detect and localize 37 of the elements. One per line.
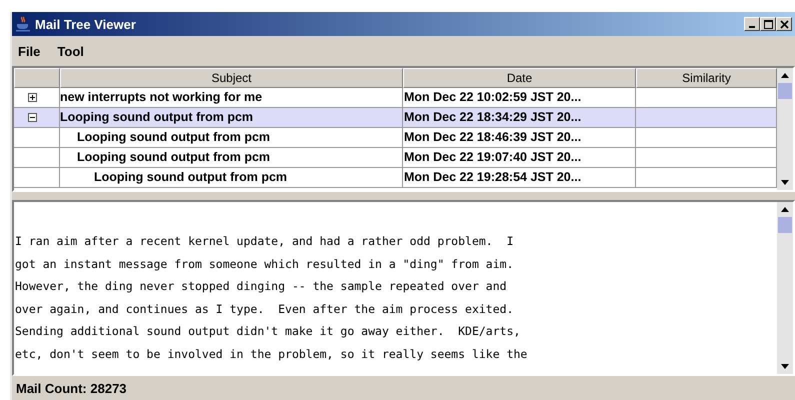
tree-cell (14, 168, 60, 188)
mail-count-text: Mail Count: 28273 (16, 380, 127, 396)
column-header[interactable]: Similarity (636, 68, 777, 88)
message-line: I ran aim after a recent kernel update, and had a rather odd problem. I (15, 233, 514, 250)
scroll-up-icon[interactable] (781, 207, 789, 212)
table-row[interactable]: Looping sound output from pcm Mon Dec 22 19:28:54 JST 20... (14, 168, 777, 188)
column-header[interactable]: Date (403, 68, 636, 88)
expand-icon[interactable] (28, 93, 37, 102)
message-line: got an instant message from someone which resulted in a "ding" from aim. (15, 256, 514, 272)
coffee-cup-icon (15, 16, 31, 32)
table-row[interactable]: Looping sound output from pcm Mon Dec 22 19:07:40 JST 20... (14, 148, 777, 168)
scrollbar[interactable] (777, 68, 793, 190)
minimize-button[interactable] (744, 17, 760, 31)
scroll-thumb[interactable] (778, 83, 792, 99)
scroll-down-icon[interactable] (781, 180, 789, 185)
close-icon (780, 20, 788, 28)
collapse-icon[interactable] (28, 113, 37, 122)
column-header[interactable]: Subject (60, 68, 403, 88)
maximize-icon (764, 20, 772, 28)
table-row[interactable]: Looping sound output from pcm Mon Dec 22 18:46:39 JST 20... (14, 128, 777, 148)
maximize-button[interactable] (760, 17, 776, 31)
message-line: etc, don't seem to be involved in the problem, so it really seems like the (15, 346, 528, 362)
menu-item[interactable]: File (18, 44, 40, 58)
message-line: However, the ding never stopped dinging -- the sample repeated over and (15, 278, 508, 295)
scroll-down-icon[interactable] (781, 364, 789, 369)
scroll-thumb[interactable] (778, 217, 792, 233)
table-row[interactable]: new interrupts not working for me Mon Dec 22 10:02:59 JST 20... (14, 88, 777, 108)
message-line: over again, and continues as I type. Even after the aim process exited. (15, 300, 514, 318)
date-cell: Mon Dec 22 19:28:54 JST 20... (403, 168, 636, 188)
window-title: Mail Tree Viewer (35, 16, 137, 32)
subject-cell: Looping sound output from pcm (60, 168, 403, 188)
scroll-up-icon[interactable] (781, 73, 789, 78)
scrollbar[interactable] (777, 202, 793, 374)
menu-item[interactable]: Tool (57, 44, 84, 58)
message-line: Sending additional sound output didn't make it go away either. KDE/arts, (15, 323, 522, 340)
table-row[interactable]: Looping sound output from pcm Mon Dec 22 18:34:29 JST 20... (14, 108, 777, 128)
close-button[interactable] (776, 17, 792, 31)
